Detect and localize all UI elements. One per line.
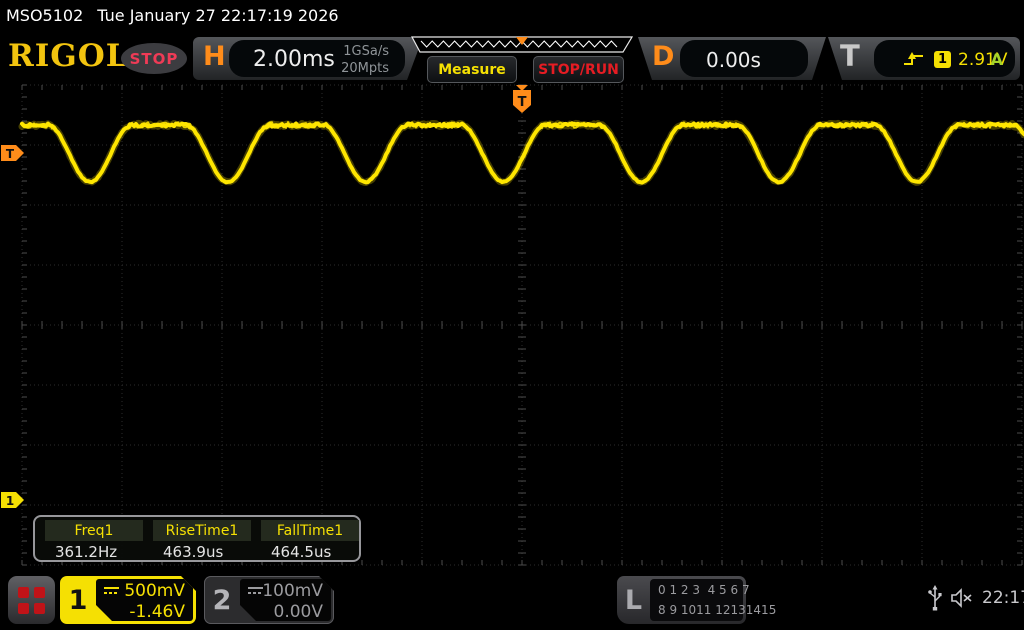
acquisition-state-badge: STOP: [121, 43, 187, 74]
channel1-scale[interactable]: 500mV: [124, 581, 185, 601]
measurement-label: Freq1: [45, 520, 143, 541]
channel1-position-marker[interactable]: 1: [1, 492, 24, 508]
system-clock: 22:17: [982, 588, 1024, 608]
svg-text:T: T: [518, 95, 527, 110]
measurement-value: 464.5us: [261, 541, 359, 563]
grid-square: [34, 587, 45, 598]
horizontal-block[interactable]: H 2.00ms 1GSa/s 20Mpts: [193, 37, 423, 80]
measurement-label: RiseTime1: [153, 520, 251, 541]
channel2-status[interactable]: 2 100mV 0.00V: [204, 576, 334, 624]
delay-value[interactable]: 0.00s: [706, 48, 761, 72]
measurement-value: 463.9us: [153, 541, 251, 563]
grid-square: [18, 603, 29, 614]
sound-muted-icon: [950, 588, 974, 608]
memory-depth: 20Mpts: [341, 61, 389, 76]
delay-block[interactable]: D 0.00s: [638, 37, 826, 80]
measurement-falltime1[interactable]: FallTime1 464.5us: [261, 520, 359, 560]
channel1-trace: [22, 122, 1024, 183]
measurement-value: 361.2Hz: [45, 541, 143, 563]
measure-button[interactable]: Measure: [427, 56, 517, 83]
logic-channels-status[interactable]: L 0 1 2 3 4 5 6 78 9 1011 12131415: [617, 576, 746, 624]
stop-run-button[interactable]: STOP/RUN: [533, 56, 624, 83]
channel1-status[interactable]: 1 500mV -1.46V: [60, 576, 196, 624]
measurement-risetime1[interactable]: RiseTime1 463.9us: [153, 520, 251, 560]
measurement-panel[interactable]: Freq1 361.2Hz RiseTime1 463.9us FallTime…: [33, 515, 361, 562]
usb-icon: [928, 585, 942, 611]
measurement-freq1[interactable]: Freq1 361.2Hz: [45, 520, 143, 560]
menu-grid-button[interactable]: [8, 576, 55, 624]
trigger-block[interactable]: T 1 2.91V A: [828, 37, 1020, 80]
grid-square: [34, 603, 45, 614]
timebase-value[interactable]: 2.00ms: [253, 47, 335, 72]
delay-label: D: [652, 41, 674, 72]
trigger-level-marker[interactable]: T: [1, 145, 24, 161]
trigger-source-badge[interactable]: 1: [934, 51, 951, 68]
measurement-label: FallTime1: [261, 520, 359, 541]
logic-channel-list: 0 1 2 3 4 5 6 78 9 1011 12131415: [650, 579, 743, 621]
trigger-mode: A: [991, 50, 1003, 69]
dc-coupling-icon: [104, 586, 118, 596]
channel1-offset[interactable]: -1.46V: [104, 602, 185, 622]
dc-coupling-icon: [248, 586, 256, 596]
svg-text:1: 1: [6, 494, 14, 508]
logic-label: L: [617, 576, 650, 624]
channel2-number: 2: [204, 576, 240, 624]
trigger-label: T: [840, 39, 860, 73]
svg-text:T: T: [6, 147, 15, 161]
grid-square: [18, 587, 29, 598]
horizontal-label: H: [203, 41, 226, 72]
sample-rate: 1GSa/s 20Mpts: [341, 43, 389, 77]
channel1-number: 1: [60, 576, 96, 624]
channel2-offset[interactable]: 0.00V: [248, 602, 323, 622]
rigol-logo: RIGOL: [8, 38, 129, 74]
trigger-slope-icon: [902, 50, 926, 68]
oscilloscope-screen: MSO5102 Tue January 27 22:17:19 2026 T T…: [0, 0, 1024, 630]
trigger-position-marker[interactable]: T: [513, 85, 531, 113]
waveform-preview-bar[interactable]: [411, 36, 633, 54]
channel2-scale[interactable]: 100mV: [262, 581, 323, 601]
